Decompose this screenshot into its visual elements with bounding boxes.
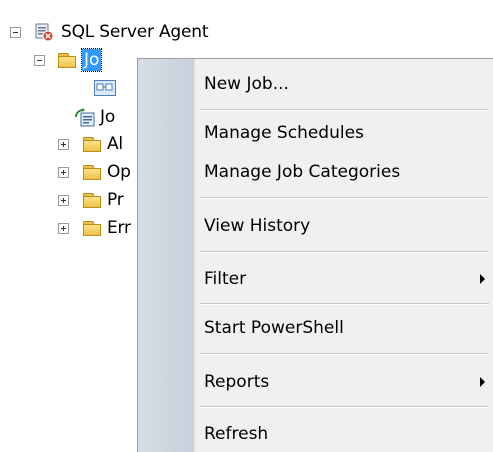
menu-item-label: Filter [204, 269, 247, 289]
menu-item-manage-schedules[interactable]: Manage Schedules [204, 121, 364, 145]
tree-node-jobs[interactable]: Jo [34, 47, 103, 73]
tree-node-sql-server-agent[interactable]: SQL Server Agent [10, 19, 209, 45]
menu-separator [200, 197, 489, 199]
collapse-icon[interactable] [34, 54, 45, 66]
menu-item-refresh[interactable]: Refresh [204, 422, 268, 446]
collapse-icon[interactable] [10, 26, 21, 38]
menu-item-new-job[interactable]: New Job... [204, 72, 289, 96]
tree-node-label: Jo [100, 107, 116, 127]
tree-node-label: Err [107, 218, 131, 238]
submenu-arrow-icon [480, 274, 485, 284]
context-menu: New Job... Manage Schedules Manage Job C… [137, 58, 493, 452]
menu-separator [200, 109, 489, 111]
job-icon [94, 80, 116, 96]
tree-node-job-item[interactable] [94, 75, 116, 101]
menu-separator [200, 406, 489, 408]
tree-node-operators[interactable]: Op [58, 159, 131, 185]
menu-icon-gutter [138, 59, 194, 452]
tree-node-alerts[interactable]: Al [58, 131, 123, 157]
folder-icon [57, 52, 78, 69]
submenu-arrow-icon [480, 377, 485, 387]
tree-node-job-activity[interactable]: Jo [74, 104, 115, 130]
expand-icon[interactable] [58, 194, 69, 206]
expand-icon[interactable] [58, 166, 69, 178]
menu-item-view-history[interactable]: View History [204, 214, 310, 238]
menu-separator [200, 303, 489, 305]
tree-node-label: Pr [107, 190, 124, 210]
expand-icon[interactable] [58, 138, 69, 150]
menu-item-filter[interactable]: Filter [204, 267, 493, 291]
folder-icon [82, 164, 103, 181]
menu-item-start-powershell[interactable]: Start PowerShell [204, 316, 344, 340]
menu-separator [200, 251, 489, 253]
sql-server-agent-icon [34, 22, 54, 42]
folder-icon [82, 220, 103, 237]
job-activity-monitor-icon [74, 107, 96, 127]
menu-separator [200, 353, 489, 355]
tree-node-label: SQL Server Agent [61, 22, 209, 42]
menu-item-reports[interactable]: Reports [204, 370, 493, 394]
tree-node-label: Al [107, 134, 123, 154]
menu-item-manage-job-categories[interactable]: Manage Job Categories [204, 160, 400, 184]
expand-icon[interactable] [58, 222, 69, 234]
menu-item-label: Reports [204, 372, 270, 392]
tree-node-label: Op [107, 162, 131, 182]
tree-node-label-selected: Jo [80, 48, 103, 72]
menu-gutter-divider [194, 59, 195, 452]
folder-icon [82, 136, 103, 153]
folder-icon [82, 192, 103, 209]
tree-node-error-logs[interactable]: Err [58, 215, 131, 241]
tree-node-proxies[interactable]: Pr [58, 187, 124, 213]
